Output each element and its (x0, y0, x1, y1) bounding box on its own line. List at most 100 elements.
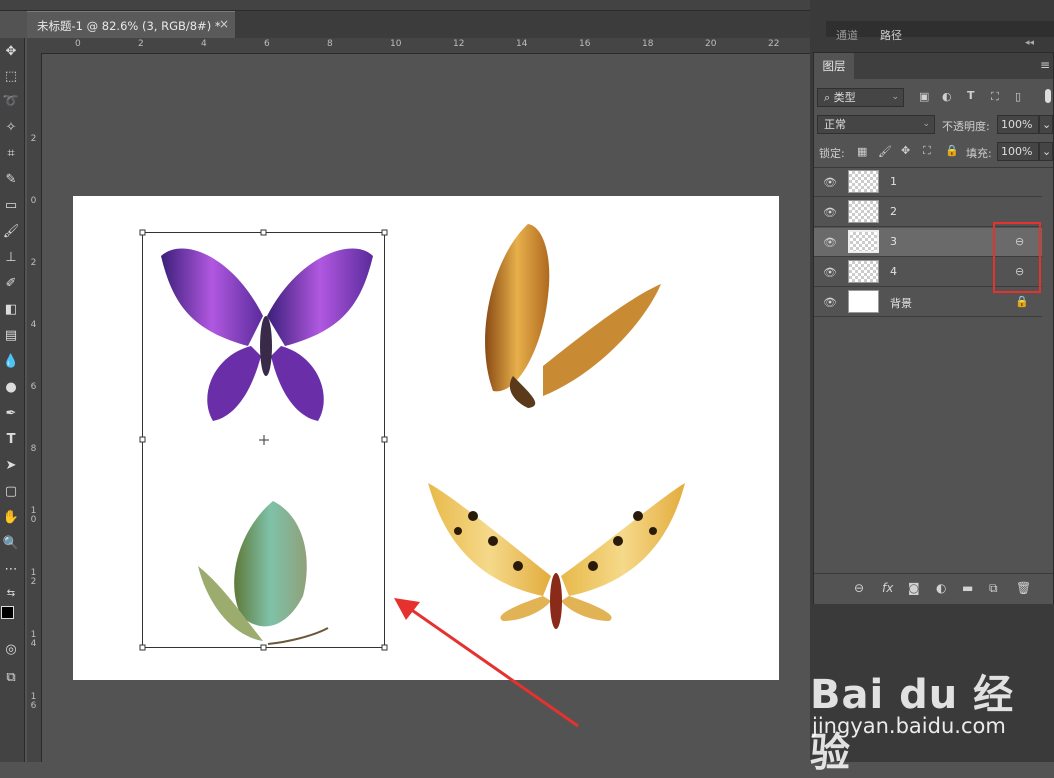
document-tab[interactable]: 未标题-1 @ 82.6% (3, RGB/8#) * × (27, 11, 235, 38)
eraser-tool-icon[interactable]: ◧ (0, 298, 22, 320)
type-tool-icon[interactable]: T (0, 428, 22, 450)
fill-input[interactable]: 100% (997, 142, 1039, 161)
foreground-color-swatch[interactable] (1, 606, 14, 619)
blend-mode-select[interactable]: 正常 ⌄ (817, 115, 935, 134)
type-filter-icon[interactable]: T (967, 89, 975, 102)
horizontal-ruler: 0 2 4 6 8 10 12 14 16 18 20 22 (27, 38, 810, 54)
purple-butterfly (161, 248, 373, 421)
blend-mode-value: 正常 (824, 118, 846, 131)
layer-filter-select[interactable]: ⌕ 类型 ⌄ (817, 88, 904, 107)
fill-dropdown-icon[interactable]: ⌄ (1039, 142, 1053, 161)
screen-mode-icon[interactable]: ⧉ (0, 666, 22, 688)
crop-tool-icon[interactable]: ⌗ (0, 142, 22, 164)
collapse-panels-icon[interactable]: ◂◂ (1025, 38, 1034, 48)
lock-label: 锁定: (819, 147, 845, 160)
lock-position-icon[interactable]: ✥ (901, 144, 910, 157)
paths-tab[interactable]: 路径 (880, 27, 902, 43)
layer-thumbnail (848, 200, 879, 223)
path-selection-tool-icon[interactable]: ➤ (0, 454, 22, 476)
delete-layer-icon[interactable]: 🗑 (1016, 581, 1031, 595)
red-arrow-annotation (394, 598, 579, 728)
chevron-down-icon: ⌄ (891, 92, 899, 102)
shape-tool-icon[interactable]: ▢ (0, 480, 22, 502)
blur-tool-icon[interactable]: 💧 (0, 350, 22, 372)
close-tab-icon[interactable]: × (219, 17, 229, 31)
layers-tab[interactable]: 图层 (814, 53, 854, 79)
gradient-tool-icon[interactable]: ▤ (0, 324, 22, 346)
layer-thumbnail (848, 260, 879, 283)
ruler-tick-label: 18 (642, 39, 654, 49)
visibility-eye-icon[interactable]: 👁 (823, 206, 837, 219)
shape-filter-icon[interactable]: ⛶ (991, 90, 999, 104)
ruler-tick-label: 0 (75, 39, 81, 49)
ruler-tick-label: 8 (327, 39, 333, 49)
chevron-down-icon: ⌄ (922, 119, 930, 129)
adjustment-layer-icon[interactable]: ◐ (936, 581, 946, 595)
layers-panel: 图层 ≡ ⌕ 类型 ⌄ ▣ ◐ T ⛶ ▯ 正常 ⌄ 不透明度: 100% ⌄ … (813, 52, 1054, 604)
move-tool-icon[interactable]: ✥ (0, 40, 22, 62)
ruler-tick-label: 20 (705, 39, 717, 49)
magic-wand-tool-icon[interactable]: ✧ (0, 116, 22, 138)
eyedropper-tool-icon[interactable]: ✎ (0, 168, 22, 190)
smart-object-filter-icon[interactable]: ▯ (1015, 90, 1021, 103)
quick-mask-icon[interactable]: ◎ (0, 638, 22, 660)
lock-image-icon[interactable]: 🖌 (878, 145, 892, 158)
fill-label: 填充: (966, 147, 992, 160)
lock-transparent-icon[interactable]: ▦ (857, 145, 867, 158)
channels-tab[interactable]: 通道 (836, 27, 858, 43)
layer-thumbnail (848, 170, 879, 193)
ruler-tick-label: 2 (30, 134, 37, 144)
lock-all-icon[interactable]: 🔒 (945, 144, 959, 157)
layer-name: 背景 (890, 297, 912, 310)
opacity-label: 不透明度: (942, 120, 990, 133)
ruler-tick-label: 10 (390, 39, 402, 49)
ruler-tick-label: 14 (516, 39, 528, 49)
ruler-tick-label: 1 6 (30, 692, 37, 711)
filter-toggle-switch[interactable] (1045, 89, 1051, 103)
opacity-dropdown-icon[interactable]: ⌄ (1039, 115, 1053, 134)
frame-tool-icon[interactable]: ▭ (0, 194, 22, 216)
dodge-tool-icon[interactable]: ● (0, 376, 22, 398)
stamp-tool-icon[interactable]: ⊥ (0, 246, 22, 268)
brush-tool-icon[interactable]: 🖌 (0, 220, 22, 242)
lock-icon: 🔒 (1015, 295, 1029, 308)
adjustment-filter-icon[interactable]: ◐ (942, 90, 952, 103)
document-tab-bar: 未标题-1 @ 82.6% (3, RGB/8#) * × (27, 11, 810, 38)
ruler-tick-label: 6 (264, 39, 270, 49)
zoom-tool-icon[interactable]: 🔍 (0, 532, 22, 554)
ruler-tick-label: 2 (138, 39, 144, 49)
fx-icon[interactable]: fx (882, 581, 893, 595)
layer-row[interactable]: 👁 1 (814, 168, 1042, 197)
new-layer-icon[interactable]: ⧉ (989, 581, 998, 596)
new-group-icon[interactable]: ▬ (962, 581, 973, 595)
history-brush-tool-icon[interactable]: ✐ (0, 272, 22, 294)
layers-panel-header: 图层 ≡ (814, 53, 1053, 79)
transform-center-point-icon[interactable] (259, 435, 269, 445)
lock-artboard-icon[interactable]: ⛶ (923, 144, 931, 158)
more-tools-icon[interactable]: ⋯ (0, 558, 22, 580)
visibility-eye-icon[interactable]: 👁 (823, 176, 837, 189)
pixel-filter-icon[interactable]: ▣ (919, 90, 929, 103)
layer-name: 1 (890, 175, 897, 188)
pen-tool-icon[interactable]: ✒ (0, 402, 22, 424)
lasso-tool-icon[interactable]: ➰ (0, 90, 22, 112)
ruler-tick-label: 1 4 (30, 630, 37, 649)
panel-menu-icon[interactable]: ≡ (1040, 58, 1050, 72)
ruler-tick-label: 4 (30, 320, 37, 330)
vertical-ruler: 2 0 2 4 6 8 1 0 1 2 1 4 1 6 (27, 53, 42, 762)
marquee-tool-icon[interactable]: ⬚ (0, 65, 22, 87)
visibility-eye-icon[interactable]: 👁 (823, 296, 837, 309)
hand-tool-icon[interactable]: ✋ (0, 506, 22, 528)
layer-thumbnail (848, 230, 879, 253)
ruler-tick-label: 0 (30, 196, 37, 206)
ruler-tick-label: 8 (30, 444, 37, 454)
opacity-input[interactable]: 100% (997, 115, 1039, 134)
link-layers-icon[interactable]: ⊖ (854, 581, 864, 595)
visibility-eye-icon[interactable]: 👁 (823, 266, 837, 279)
add-mask-icon[interactable]: ◙ (908, 581, 920, 595)
ruler-tick-label: 2 (30, 258, 37, 268)
swap-colors-icon[interactable]: ⇆ (0, 582, 22, 604)
visibility-eye-icon[interactable]: 👁 (823, 236, 837, 249)
document-tab-label: 未标题-1 @ 82.6% (3, RGB/8#) * (37, 19, 221, 33)
orange-butterfly (485, 224, 661, 408)
